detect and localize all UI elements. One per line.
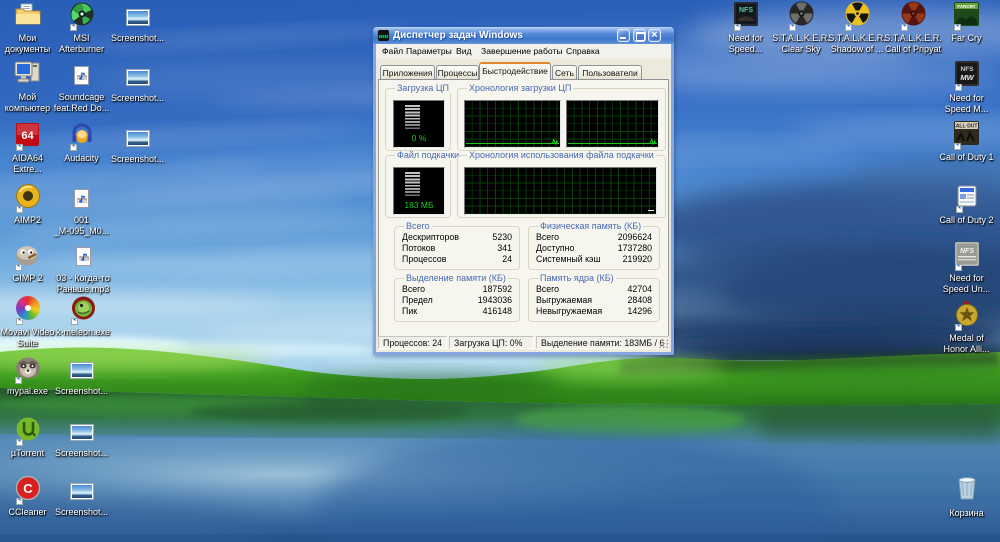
svg-text:FARCRY: FARCRY	[957, 4, 975, 9]
svg-text:MW: MW	[960, 73, 974, 82]
svg-text:NFS: NFS	[960, 248, 974, 255]
svg-text:C: C	[23, 481, 33, 496]
svg-text:NFS: NFS	[739, 7, 753, 14]
svg-text:64: 64	[21, 130, 34, 142]
svg-text:CALL·DUTY: CALL·DUTY	[954, 124, 979, 130]
svg-text:NFS: NFS	[960, 66, 974, 73]
